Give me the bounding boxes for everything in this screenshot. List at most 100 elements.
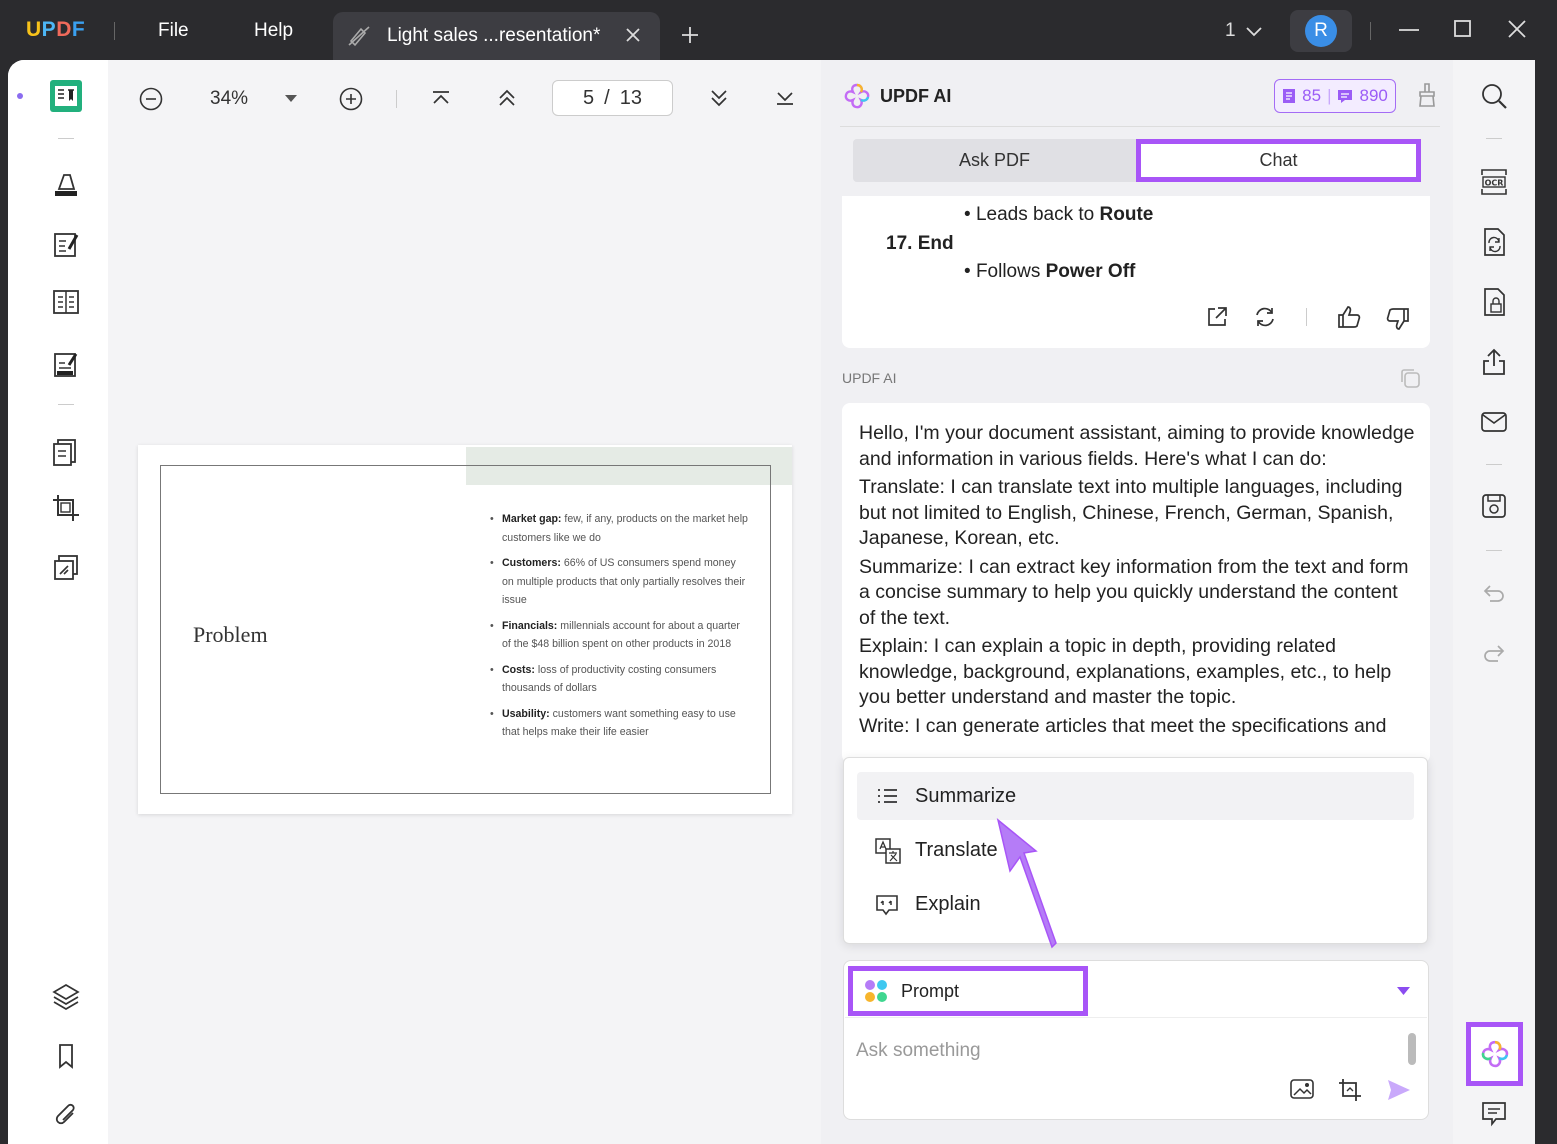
- divider: [58, 138, 74, 139]
- prompt-label: Prompt: [901, 980, 960, 1001]
- summarize-label[interactable]: Summarize: [915, 785, 1016, 808]
- edit-pdf-icon[interactable]: [42, 220, 90, 268]
- comment-icon[interactable]: [1476, 1096, 1512, 1132]
- response-paragraph: Hello, I'm your document assistant, aimi…: [859, 422, 1415, 470]
- explain-icon: [875, 894, 899, 916]
- response-viewport: Hello, I'm your document assistant, aimi…: [842, 403, 1430, 755]
- ai-response-text: Hello, I'm your document assistant, aimi…: [859, 421, 1415, 742]
- menu-help[interactable]: Help: [254, 20, 293, 42]
- page-separator: /: [604, 86, 610, 109]
- first-page-icon[interactable]: [429, 86, 453, 110]
- message-sender: UPDF AI: [842, 370, 897, 386]
- layers-icon[interactable]: [42, 972, 90, 1020]
- list-item: Usability: customers want something easy…: [488, 705, 750, 742]
- redo-icon[interactable]: [1476, 635, 1512, 671]
- updf-ai-logo-icon: [843, 82, 871, 110]
- document-credits: 85: [1302, 86, 1322, 105]
- updf-ai-button[interactable]: [1466, 1022, 1523, 1086]
- email-icon[interactable]: [1476, 404, 1512, 440]
- minimize-icon[interactable]: [1398, 18, 1420, 40]
- maximize-icon[interactable]: [1452, 18, 1474, 40]
- clean-icon[interactable]: [1415, 82, 1439, 108]
- crop-icon[interactable]: [42, 484, 90, 532]
- close-window-icon[interactable]: [1506, 18, 1528, 40]
- reader-mode-icon[interactable]: [42, 72, 90, 120]
- prompt-dots-icon: [865, 980, 887, 1002]
- divider: [396, 90, 397, 108]
- batch-tools-icon[interactable]: [42, 544, 90, 592]
- prompt-selector[interactable]: Prompt: [848, 966, 1088, 1016]
- convert-pdf-icon[interactable]: [1476, 224, 1512, 260]
- list-item: Market gap: few, if any, products on the…: [488, 510, 750, 547]
- list-item: Customers: 66% of US consumers spend mon…: [488, 554, 750, 610]
- image-upload-icon[interactable]: [1289, 1077, 1315, 1101]
- list-icon: [875, 785, 899, 807]
- scrollbar[interactable]: [1408, 1033, 1416, 1065]
- divider: [114, 22, 115, 40]
- translate-label[interactable]: Translate: [915, 839, 998, 862]
- highlight-tool-icon[interactable]: [42, 160, 90, 208]
- tab-chat[interactable]: Chat: [1136, 139, 1421, 182]
- screenshot-icon[interactable]: [1337, 1077, 1363, 1103]
- previous-page-icon[interactable]: [495, 86, 519, 110]
- slide-bullet-list: Market gap: few, if any, products on the…: [488, 510, 750, 749]
- regenerate-icon[interactable]: [1253, 305, 1277, 329]
- divider: [1486, 550, 1502, 551]
- zoom-out-icon[interactable]: [138, 86, 164, 112]
- ask-input[interactable]: Ask something: [856, 1040, 981, 1062]
- zoom-dropdown-icon[interactable]: [285, 95, 297, 103]
- credits-badge[interactable]: 85 | 890: [1274, 79, 1396, 113]
- organize-pages-icon[interactable]: [42, 278, 90, 326]
- explain-label[interactable]: Explain: [915, 893, 981, 916]
- last-page-icon[interactable]: [773, 86, 797, 110]
- document-credit-icon: [1283, 89, 1296, 103]
- send-icon[interactable]: [1386, 1078, 1412, 1102]
- active-indicator: [17, 93, 23, 99]
- list-item: Financials: millennials account for abou…: [488, 617, 750, 654]
- divider: [1486, 138, 1502, 139]
- ocr-icon[interactable]: OCR: [1476, 164, 1512, 200]
- slide-title: Problem: [193, 622, 268, 647]
- new-tab-icon[interactable]: [681, 26, 699, 44]
- page-number-input[interactable]: 5 / 13: [552, 80, 673, 116]
- response-paragraph: Translate: I can translate text into mul…: [859, 476, 1403, 549]
- copy-icon[interactable]: [1398, 366, 1422, 390]
- next-page-icon[interactable]: [707, 86, 731, 110]
- list-item: • Follows Power Off: [964, 261, 1136, 282]
- response-paragraph: Summarize: I can extract key information…: [859, 555, 1409, 629]
- window-count[interactable]: 1: [1225, 20, 1236, 42]
- step-heading: 17. End: [886, 233, 954, 254]
- divider: [58, 404, 74, 405]
- protect-pdf-icon[interactable]: [1476, 284, 1512, 320]
- app-logo: UPDF: [26, 18, 86, 41]
- page-tools-icon[interactable]: [42, 428, 90, 476]
- divider: [1370, 22, 1371, 40]
- list-item: • Leads back to Route: [964, 204, 1154, 225]
- divider: [840, 126, 1440, 127]
- updf-ai-icon: [1481, 1040, 1508, 1068]
- svg-text:OCR: OCR: [1485, 179, 1504, 188]
- thumbs-down-icon[interactable]: [1385, 306, 1411, 332]
- prompt-dropdown-icon[interactable]: [1397, 987, 1410, 996]
- credit-divider: |: [1327, 86, 1332, 105]
- zoom-in-icon[interactable]: [338, 86, 364, 112]
- save-icon[interactable]: [1476, 488, 1512, 524]
- tab-ask-pdf[interactable]: Ask PDF: [853, 139, 1136, 182]
- share-icon[interactable]: [1476, 344, 1512, 380]
- export-icon[interactable]: [1205, 305, 1229, 329]
- chevron-down-icon[interactable]: [1245, 26, 1263, 38]
- attachment-icon[interactable]: [42, 1092, 90, 1140]
- avatar[interactable]: R: [1305, 15, 1337, 47]
- pointer-arrow-annotation: [988, 815, 1068, 950]
- close-tab-icon[interactable]: [626, 28, 640, 42]
- thumbs-up-icon[interactable]: [1336, 304, 1362, 330]
- edit-off-icon: [347, 25, 371, 47]
- search-icon[interactable]: [1476, 78, 1512, 114]
- bookmark-icon[interactable]: [42, 1032, 90, 1080]
- chat-credit-icon: [1338, 89, 1353, 103]
- undo-icon[interactable]: [1476, 575, 1512, 611]
- fill-sign-icon[interactable]: [42, 340, 90, 388]
- zoom-level[interactable]: 34%: [210, 88, 248, 110]
- ai-panel-title: UPDF AI: [880, 86, 952, 106]
- menu-file[interactable]: File: [158, 20, 189, 42]
